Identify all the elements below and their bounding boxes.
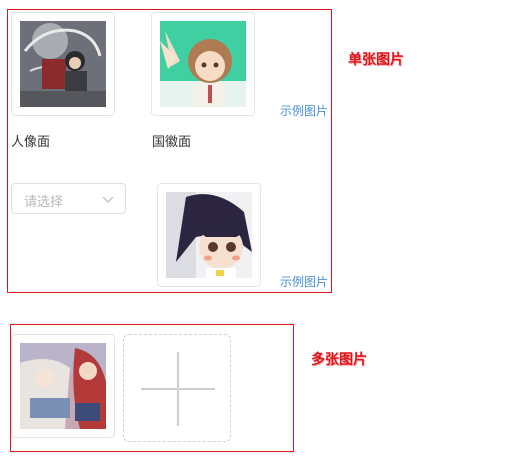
emblem-image-card[interactable] <box>151 12 255 116</box>
emblem-image <box>160 21 246 107</box>
portrait-image <box>20 21 106 107</box>
example-image-link-2[interactable]: 示例图片 <box>280 273 328 290</box>
single-image-annotation: 单张图片 <box>348 52 404 68</box>
multiple-image-annotation: 多张图片 <box>311 352 367 368</box>
sample-image <box>166 192 252 278</box>
emblem-label: 国徽面 <box>152 135 192 150</box>
select-dropdown[interactable]: 请选择 <box>11 183 126 214</box>
multi-image-card[interactable] <box>11 334 115 438</box>
upload-add-button[interactable] <box>123 334 231 442</box>
select-placeholder: 请选择 <box>24 195 64 210</box>
example-image-link-1[interactable]: 示例图片 <box>280 102 328 119</box>
chevron-down-icon <box>101 192 115 206</box>
portrait-label: 人像面 <box>11 135 51 150</box>
multi-image <box>20 343 106 429</box>
sample-image-card[interactable] <box>157 183 261 287</box>
portrait-image-card[interactable] <box>11 12 115 116</box>
